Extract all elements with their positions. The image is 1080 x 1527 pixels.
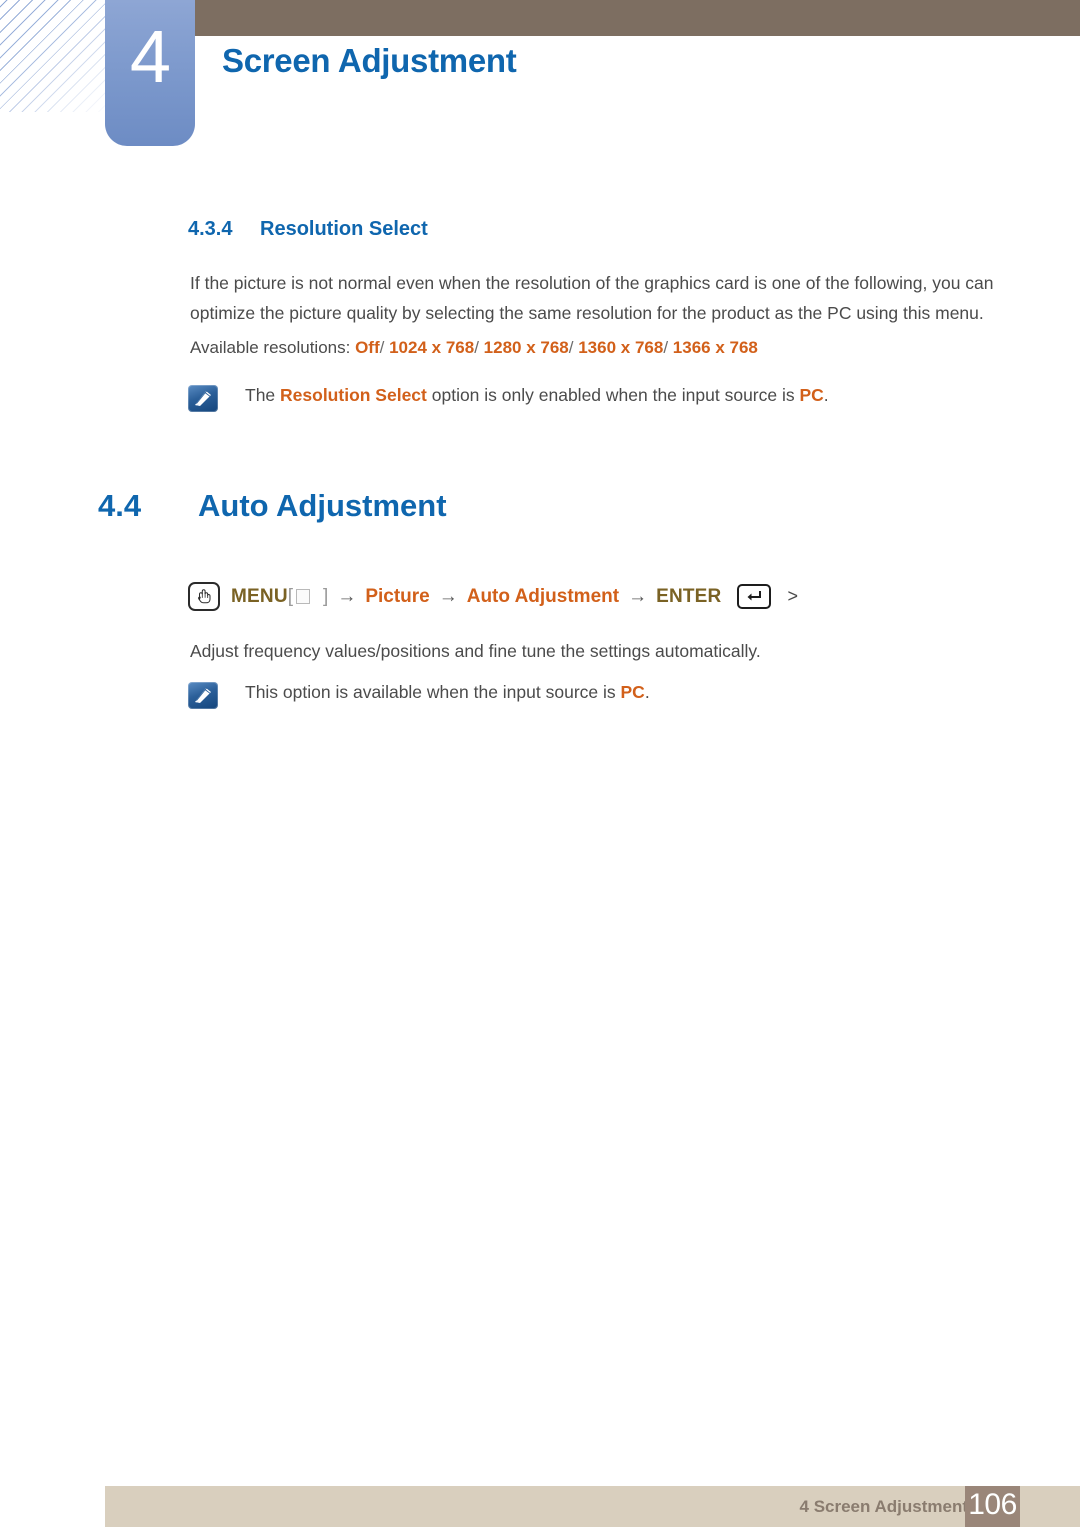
- footer-chapter-label: 4 Screen Adjustment: [799, 1497, 968, 1516]
- path-arrow-3: →: [628, 585, 648, 607]
- note-text-segment: .: [823, 385, 829, 405]
- resolution-value-4: 1366 x 768: [672, 338, 758, 357]
- intro-paragraph: If the picture is not normal even when t…: [190, 273, 994, 323]
- note-text-segment: The: [245, 385, 281, 405]
- menu-button-label: MENU: [231, 585, 288, 607]
- section-number: 4.4: [98, 488, 142, 523]
- page-header: 4 Screen Adjustment: [0, 0, 1080, 150]
- resolution-value-1: 1024 x 768: [389, 338, 475, 357]
- note-pencil-icon: [188, 682, 218, 709]
- menu-square-icon: [296, 589, 311, 604]
- note-text-segment: option is only enabled when the input so…: [426, 385, 800, 405]
- header-brown-bar: [195, 0, 1080, 36]
- enter-key-icon: [737, 584, 772, 609]
- page-number-box: 106: [965, 1486, 1020, 1527]
- note-text-segment: This option is available when the input …: [245, 682, 621, 702]
- menu-navigation-path: MENU [] → Picture → Auto Adjustment → EN…: [188, 582, 798, 611]
- subsection-heading: 4.3.4 Resolution Select: [188, 218, 428, 241]
- subsection-title: Resolution Select: [260, 218, 428, 240]
- chapter-number: 4: [129, 15, 171, 98]
- note-pencil-icon: [188, 385, 218, 412]
- chapter-title: Screen Adjustment: [222, 42, 517, 79]
- subsection-number: 4.3.4: [188, 218, 233, 240]
- decorative-hatch-pattern: [0, 0, 112, 112]
- page-footer: 4 Screen Adjustment 106: [105, 1486, 1080, 1527]
- note-text-segment: .: [644, 682, 650, 702]
- note-highlight-resolution-select: Resolution Select: [280, 385, 427, 405]
- section-heading-auto-adjustment: 4.4 Auto Adjustment: [98, 488, 447, 524]
- resolution-separator: /: [474, 338, 479, 357]
- bracket-open: [: [287, 585, 294, 607]
- note-highlight-pc: PC: [799, 385, 824, 405]
- path-arrow-2: →: [438, 585, 458, 607]
- menu-bracket-glyph: []: [288, 586, 329, 608]
- note-text-resolution-select: The Resolution Select option is only ena…: [245, 382, 829, 408]
- menu-item-auto-adjustment: Auto Adjustment: [466, 585, 620, 607]
- chapter-number-badge: 4: [105, 0, 195, 146]
- resolution-separator: /: [663, 338, 669, 357]
- section-title: Auto Adjustment: [198, 488, 447, 523]
- note-text-auto-adjustment: This option is available when the input …: [245, 679, 650, 705]
- resolution-separator: /: [568, 338, 574, 357]
- path-arrow-1: →: [337, 585, 357, 607]
- resolution-value-0: Off: [355, 338, 380, 357]
- note-highlight-pc: PC: [620, 682, 645, 702]
- note-row-resolution-select: The Resolution Select option is only ena…: [188, 382, 829, 412]
- available-resolutions-label: Available resolutions:: [190, 338, 351, 357]
- resolution-value-3: 1360 x 768: [578, 338, 664, 357]
- page-number: 106: [968, 1488, 1017, 1521]
- note-row-auto-adjustment: This option is available when the input …: [188, 679, 650, 709]
- resolution-value-2: 1280 x 768: [483, 338, 569, 357]
- available-resolutions-line: Available resolutions: Off/ 1024 x 768/ …: [190, 338, 758, 358]
- path-trailing-chevron: >: [787, 586, 798, 606]
- hand-press-icon: [188, 582, 220, 611]
- enter-button-label: ENTER: [656, 585, 722, 607]
- resolution-separator: /: [379, 338, 385, 357]
- auto-adjustment-description: Adjust frequency values/positions and fi…: [190, 641, 761, 661]
- menu-item-picture: Picture: [365, 585, 430, 607]
